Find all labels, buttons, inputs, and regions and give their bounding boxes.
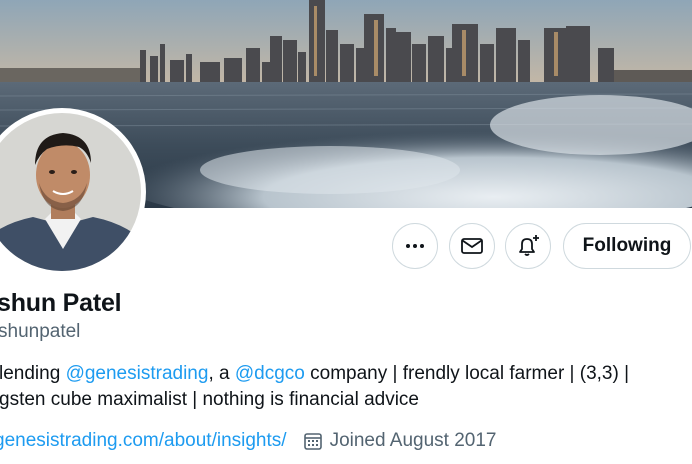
- profile-meta: genesistrading.com/about/insights/ Joine…: [0, 430, 496, 452]
- bell-plus-icon: [519, 235, 539, 256]
- calendar-icon: [303, 433, 322, 450]
- handle: shunpatel: [0, 321, 81, 342]
- website-link[interactable]: genesistrading.com/about/insights/: [0, 430, 287, 452]
- avatar[interactable]: [0, 113, 141, 271]
- mention-link[interactable]: @dcgco: [235, 363, 305, 384]
- notifications-button[interactable]: [505, 223, 551, 269]
- bio-line-2: gsten cube maximalist | nothing is finan…: [0, 389, 419, 410]
- mention-link[interactable]: @genesistrading: [66, 363, 209, 384]
- following-button[interactable]: Following: [563, 223, 691, 269]
- bio-text: company | frendly local farmer | (3,3) |: [304, 363, 630, 384]
- joined-date: Joined August 2017: [303, 430, 497, 452]
- bio-text: , a: [208, 363, 235, 384]
- display-name: shun Patel: [0, 289, 122, 317]
- bio: lending @genesistrading, a @dcgco compan…: [0, 361, 629, 413]
- more-button[interactable]: [392, 223, 438, 269]
- joined-text: Joined August 2017: [329, 430, 497, 451]
- message-button[interactable]: [449, 223, 495, 269]
- avatar-photo: [0, 113, 141, 271]
- more-horizontal-icon: [406, 244, 424, 248]
- envelope-icon: [461, 238, 483, 254]
- bio-text: lending: [0, 363, 66, 384]
- bio-line-1: lending @genesistrading, a @dcgco compan…: [0, 361, 629, 387]
